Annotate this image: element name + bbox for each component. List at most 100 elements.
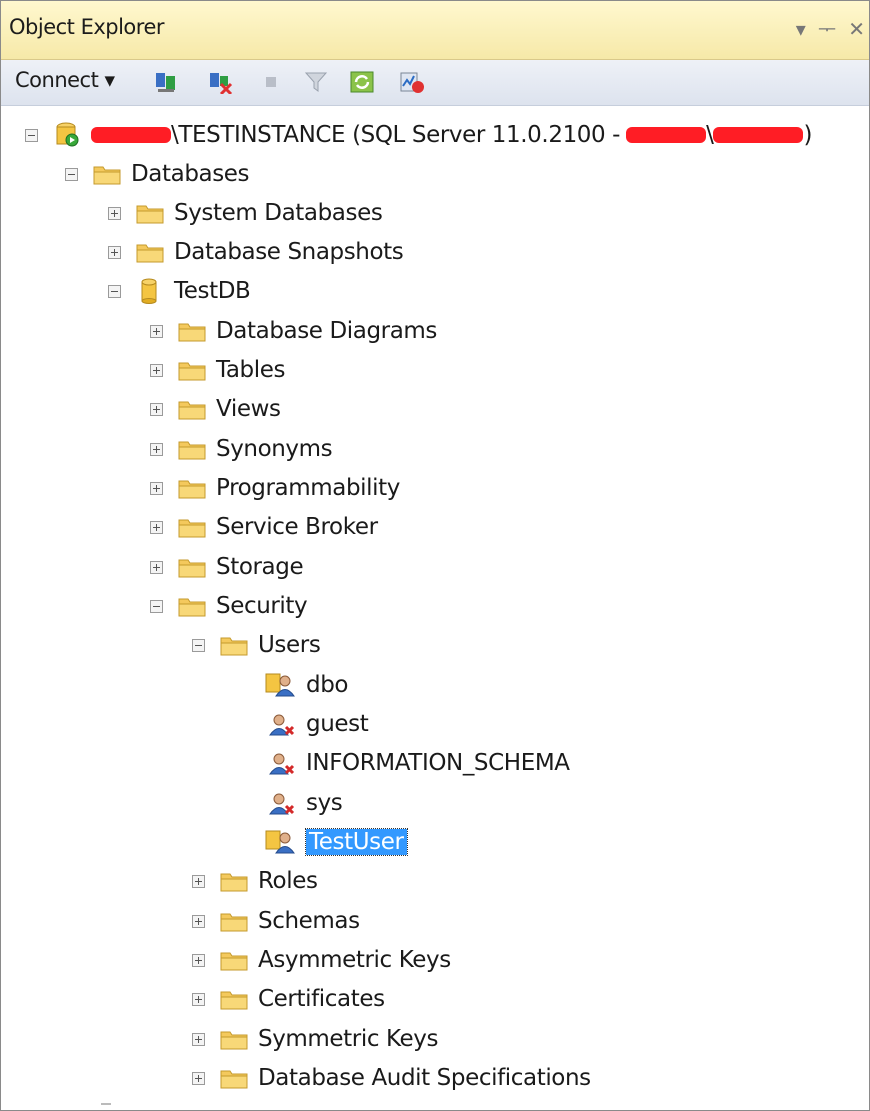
expand-icon[interactable] (150, 481, 163, 495)
disconnect-icon[interactable] (207, 70, 233, 94)
folder-icon (136, 205, 164, 224)
folder-icon (178, 519, 206, 538)
window-title: Object Explorer (9, 15, 165, 39)
activity-monitor-icon[interactable] (399, 70, 425, 94)
tree-node-label: Views (216, 396, 281, 422)
tree-node-service-broker[interactable]: Service Broker (150, 509, 378, 545)
folder-icon (178, 362, 206, 381)
connect-object-explorer-icon[interactable] (153, 70, 179, 94)
tree-node-label: Tables (216, 357, 286, 383)
expand-icon[interactable] (192, 953, 205, 967)
tree-node-system-databases[interactable]: System Databases (108, 195, 383, 231)
redacted-host (626, 127, 707, 143)
dropdown-icon[interactable]: ▾ (796, 17, 806, 41)
collapse-icon[interactable] (65, 167, 78, 181)
collapse-icon[interactable] (25, 128, 38, 142)
folder-icon (178, 441, 206, 460)
tree-node-testdb[interactable]: TestDB (108, 273, 251, 309)
tree-node-label: \TESTINSTANCE (SQL Server 11.0.2100 - (171, 122, 621, 148)
pin-icon[interactable]: ᅮ (818, 17, 836, 41)
tree-node-label: System Databases (174, 200, 383, 226)
tree-node-users[interactable]: Users (192, 627, 321, 663)
expand-icon[interactable] (150, 324, 163, 338)
expand-icon[interactable] (192, 1032, 205, 1046)
toolbar: Connect ▾ (1, 60, 869, 106)
tree-node-label: guest (306, 711, 369, 737)
tree-node-database-snapshots[interactable]: Database Snapshots (108, 234, 404, 270)
title-bar: Object Explorer ▾ ᅮ ✕ (1, 1, 869, 60)
tree-node-security[interactable]: Security (150, 588, 308, 624)
redacted-user (713, 127, 804, 143)
refresh-icon[interactable] (349, 70, 375, 94)
tree-node-label: Users (258, 632, 321, 658)
tree-node-user-information-schema[interactable]: INFORMATION_SCHEMA (265, 745, 570, 781)
user-disabled-icon (269, 793, 295, 815)
folder-icon (178, 598, 206, 617)
tree-node-tables[interactable]: Tables (150, 352, 285, 388)
tree-node-label: Synonyms (216, 436, 333, 462)
tree-node-label: Databases (131, 161, 250, 187)
expand-icon[interactable] (150, 560, 163, 574)
expand-icon[interactable] (192, 874, 205, 888)
stop-icon[interactable] (259, 70, 285, 94)
expand-icon[interactable] (150, 402, 163, 416)
expand-icon[interactable] (192, 992, 205, 1006)
user-disabled-icon (269, 753, 295, 775)
tree-node-synonyms[interactable]: Synonyms (150, 431, 333, 467)
filter-icon[interactable] (303, 70, 329, 94)
tree-node-label-selected: TestUser (305, 828, 408, 856)
tree-node-label: Database Snapshots (174, 239, 404, 265)
tree-node-label: dbo (306, 672, 349, 698)
expand-icon[interactable] (150, 363, 163, 377)
tree-node-asymmetric-keys[interactable]: Asymmetric Keys (192, 942, 451, 978)
tree-node-user-sys[interactable]: sys (265, 785, 343, 821)
tree-node-programmability[interactable]: Programmability (150, 470, 400, 506)
tree-node-label: Roles (258, 868, 318, 894)
tree-node-symmetric-keys[interactable]: Symmetric Keys (192, 1021, 438, 1057)
redacted-server-name (91, 127, 171, 143)
close-icon[interactable]: ✕ (848, 17, 865, 41)
tree-node-label: TestDB (174, 278, 251, 304)
database-icon (141, 278, 157, 304)
tree-node-certificates[interactable]: Certificates (192, 981, 385, 1017)
title-buttons: ▾ ᅮ ✕ (784, 13, 865, 42)
folder-icon (178, 559, 206, 578)
folder-icon (220, 991, 248, 1010)
tree-node-label: Programmability (216, 475, 400, 501)
tree-node-label: Database Audit Specifications (258, 1065, 591, 1091)
tree-node-database-audit-specifications[interactable]: Database Audit Specifications (192, 1060, 591, 1096)
tree-node-server[interactable]: \TESTINSTANCE (SQL Server 11.0.2100 - \ … (25, 117, 812, 153)
expand-icon[interactable] (192, 1071, 205, 1085)
expand-icon[interactable] (150, 520, 163, 534)
collapse-icon[interactable] (150, 599, 163, 613)
collapse-icon[interactable] (192, 638, 205, 652)
tree-node-databases[interactable]: Databases (65, 156, 250, 192)
tree-node-roles[interactable]: Roles (192, 863, 318, 899)
tree-node-user-dbo[interactable]: dbo (265, 667, 348, 703)
collapse-icon[interactable] (108, 284, 121, 298)
expand-icon[interactable] (192, 914, 205, 928)
folder-icon (178, 480, 206, 499)
folder-icon (220, 913, 248, 932)
tree-node-label: Certificates (258, 986, 385, 1012)
folder-icon (178, 323, 206, 342)
folder-icon (220, 1070, 248, 1089)
folder-icon (220, 1031, 248, 1050)
expand-icon[interactable] (150, 442, 163, 456)
folder-icon (220, 873, 248, 892)
tree-node-storage[interactable]: Storage (150, 549, 304, 585)
connect-button[interactable]: Connect ▾ (15, 68, 115, 92)
user-icon (265, 673, 295, 697)
expand-icon[interactable] (108, 206, 121, 220)
folder-icon (93, 166, 121, 185)
tree-node-user-guest[interactable]: guest (265, 706, 369, 742)
tree-cutoff-line (101, 1103, 111, 1105)
tree-node-user-testuser[interactable]: TestUser (265, 824, 408, 860)
object-explorer-window: Object Explorer ▾ ᅮ ✕ Connect ▾ \TESTINSTA… (0, 0, 870, 1111)
tree-node-views[interactable]: Views (150, 391, 281, 427)
expand-icon[interactable] (108, 245, 121, 259)
tree-node-label-separator: \ (706, 122, 714, 148)
tree-node-label: sys (306, 790, 343, 816)
tree-node-schemas[interactable]: Schemas (192, 903, 360, 939)
tree-node-database-diagrams[interactable]: Database Diagrams (150, 313, 437, 349)
